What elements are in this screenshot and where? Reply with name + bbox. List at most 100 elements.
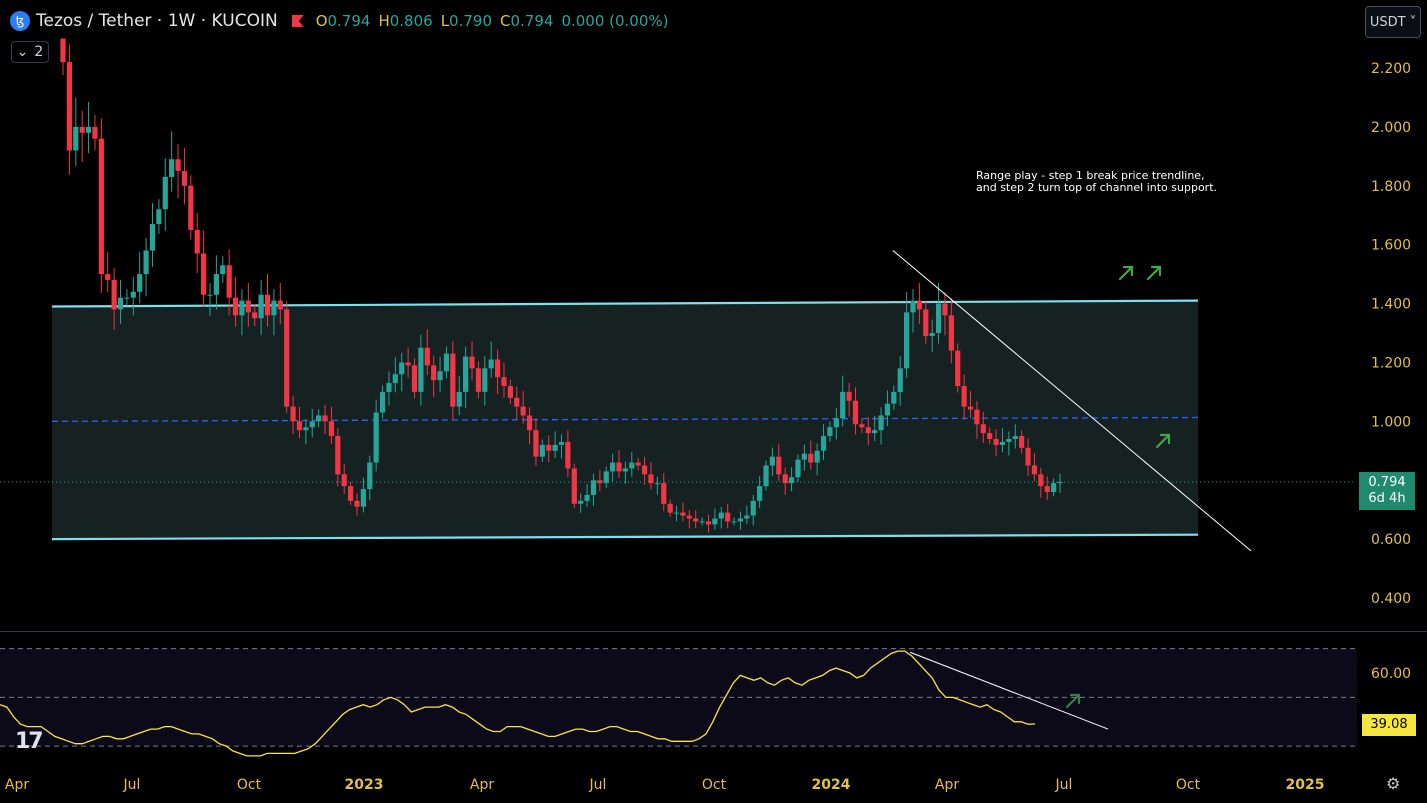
candle-body	[667, 503, 673, 513]
price-axis-label: 1.200	[1371, 355, 1411, 371]
candle-body	[111, 280, 117, 310]
candle-body	[629, 462, 635, 469]
candle-body	[935, 303, 942, 333]
candle-body	[220, 265, 226, 275]
candle-body	[955, 350, 961, 386]
time-axis-label: 2023	[345, 777, 384, 793]
candle-body	[552, 444, 558, 451]
candle-body	[181, 171, 188, 186]
candle-body	[79, 126, 85, 133]
candle-body	[846, 391, 852, 401]
gear-icon[interactable]: ⚙	[1386, 774, 1400, 793]
symbol-title[interactable]: Tezos / Tether · 1W · KUCOIN	[36, 11, 278, 31]
market-closed-icon	[291, 15, 304, 27]
candle-body	[277, 300, 283, 310]
price-axis-label: 1.800	[1371, 179, 1411, 195]
candle-body	[782, 474, 788, 484]
candle-body	[194, 229, 200, 254]
candle-body	[1025, 447, 1031, 466]
candle-body	[1057, 481, 1063, 484]
candle-body	[475, 368, 482, 392]
candle-body	[565, 441, 571, 469]
candle-body	[156, 209, 162, 225]
candle-body	[872, 430, 878, 434]
candle-body	[961, 386, 967, 407]
candle-body	[379, 391, 386, 413]
candle-body	[795, 459, 801, 478]
chart-annotation[interactable]: Range play - step 1 break price trendlin…	[976, 170, 1217, 194]
candle-body	[73, 126, 79, 151]
candle-body	[245, 300, 251, 313]
time-axis-label: Apr	[5, 777, 29, 793]
candle-body	[610, 462, 616, 472]
candle-body	[92, 126, 98, 139]
candle-body	[852, 400, 859, 425]
price-chart[interactable]: 2.2002.0001.8001.6001.4001.2001.0000.800…	[0, 0, 1427, 803]
candle-body	[763, 465, 769, 487]
candle-body	[335, 436, 341, 475]
candle-body	[590, 480, 597, 495]
candle-body	[456, 391, 462, 407]
candle-body	[405, 362, 411, 366]
candle-body	[162, 176, 168, 210]
candle-body	[584, 494, 590, 501]
candle-body	[290, 406, 296, 422]
candle-body	[354, 500, 360, 507]
candle-body	[923, 309, 929, 336]
candle-body	[309, 421, 315, 428]
candle-body	[328, 421, 335, 437]
candle-body	[929, 333, 935, 336]
candle-body	[865, 427, 871, 434]
candle-body	[514, 397, 520, 407]
candle-body	[776, 456, 782, 475]
candle-body	[450, 353, 456, 407]
ohlc-open: O0.794	[315, 12, 371, 30]
price-axis-label: 1.600	[1371, 238, 1411, 254]
candle-body	[399, 362, 405, 375]
candle-body	[533, 430, 539, 457]
candle-body	[437, 371, 443, 381]
candle-body	[904, 312, 910, 369]
candle-body	[213, 274, 219, 295]
candle-body	[731, 521, 737, 523]
arrow-up-right-icon	[1146, 265, 1162, 281]
time-axis-label: Oct	[1176, 777, 1201, 793]
price-axis-label: 0.400	[1371, 591, 1411, 607]
arrow-up-right-icon	[1118, 265, 1134, 281]
candle-body	[859, 424, 865, 428]
candle-body	[801, 453, 807, 460]
candle-body	[616, 462, 622, 472]
candle-body	[303, 427, 309, 431]
candle-body	[424, 347, 430, 366]
candle-body	[910, 300, 916, 313]
ohlc-high: H0.806	[378, 12, 433, 30]
candle-body	[98, 138, 104, 275]
indicators-collapse-button[interactable]: ⌄ 2	[11, 41, 49, 63]
candle-body	[1012, 436, 1018, 439]
candle-body	[699, 521, 705, 523]
candle-body	[680, 512, 686, 516]
time-axis-label: 2024	[812, 777, 851, 793]
candle-body	[463, 356, 469, 392]
time-axis-label: Jul	[123, 777, 141, 793]
candle-body	[143, 250, 149, 275]
candle-body	[418, 347, 424, 392]
candle-body	[987, 433, 993, 439]
candle-body	[124, 297, 130, 299]
currency-select[interactable]: USDT ˅	[1365, 6, 1421, 38]
candle-body	[207, 294, 213, 296]
time-axis-label: Apr	[935, 777, 959, 793]
candle-body	[386, 383, 392, 392]
candle-body	[603, 471, 609, 484]
candle-body	[827, 427, 833, 437]
candle-body	[1044, 486, 1050, 492]
candle-body	[539, 444, 545, 457]
candle-body	[469, 356, 475, 369]
candle-body	[840, 391, 846, 419]
tradingview-logo[interactable]: 17	[15, 729, 44, 754]
candle-body	[60, 38, 66, 63]
candle-body	[188, 185, 194, 230]
bar-countdown: 6d 4h	[1368, 491, 1406, 506]
candle-body	[597, 480, 603, 484]
time-axis-label: Oct	[702, 777, 727, 793]
